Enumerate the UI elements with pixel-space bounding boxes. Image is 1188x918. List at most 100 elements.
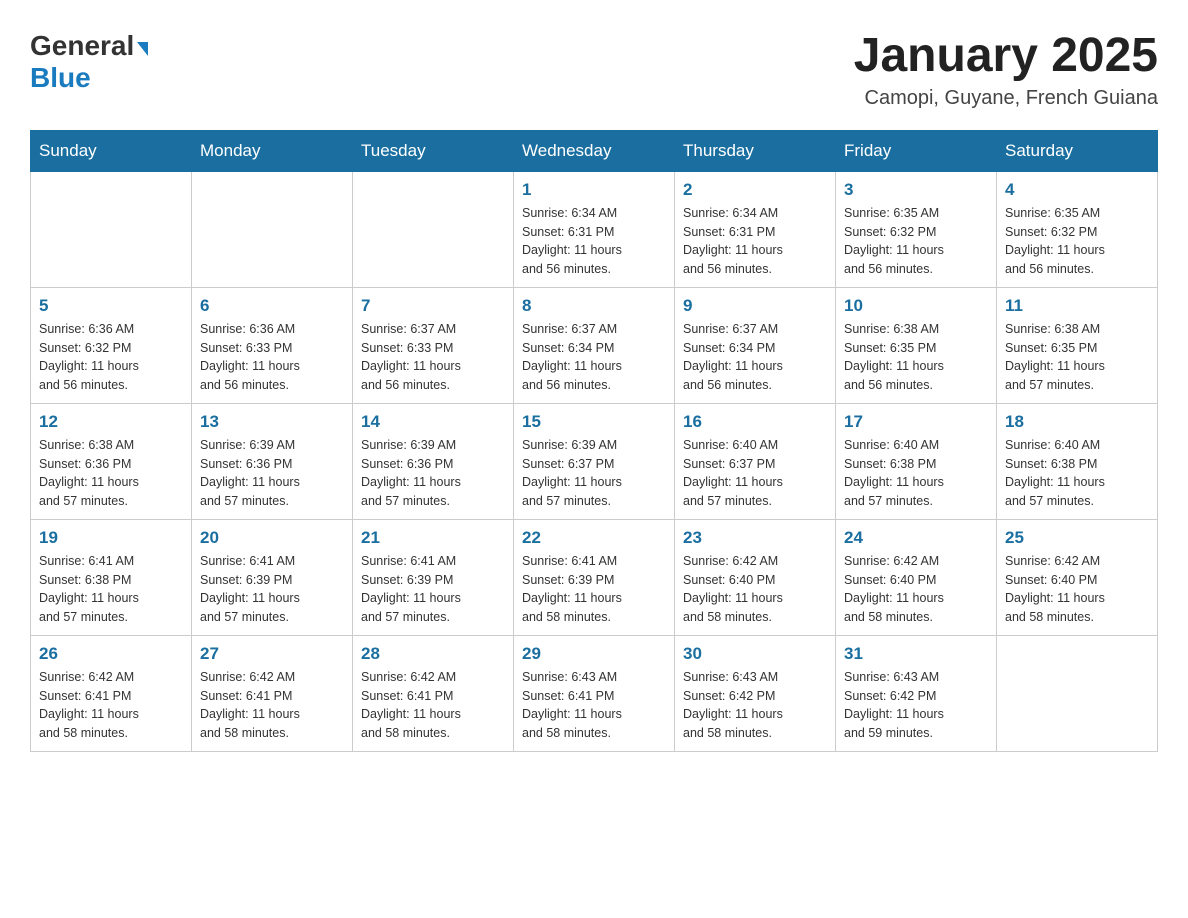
day-info: Sunrise: 6:42 AM Sunset: 6:40 PM Dayligh… xyxy=(844,552,988,627)
day-info: Sunrise: 6:42 AM Sunset: 6:40 PM Dayligh… xyxy=(1005,552,1149,627)
calendar-cell: 24 Sunrise: 6:42 AM Sunset: 6:40 PM Dayli… xyxy=(836,519,997,635)
day-number: 17 xyxy=(844,412,988,432)
day-info: Sunrise: 6:42 AM Sunset: 6:40 PM Dayligh… xyxy=(683,552,827,627)
calendar-cell: 11 Sunrise: 6:38 AM Sunset: 6:35 PM Dayli… xyxy=(997,287,1158,403)
calendar-cell: 5Sunrise: 6:36 AM Sunset: 6:32 PM Daylig… xyxy=(31,287,192,403)
day-info: Sunrise: 6:40 AM Sunset: 6:37 PM Dayligh… xyxy=(683,436,827,511)
column-header-saturday: Saturday xyxy=(997,130,1158,171)
calendar-cell: 18 Sunrise: 6:40 AM Sunset: 6:38 PM Dayli… xyxy=(997,403,1158,519)
calendar-row: 26 Sunrise: 6:42 AM Sunset: 6:41 PM Dayli… xyxy=(31,635,1158,751)
column-header-tuesday: Tuesday xyxy=(353,130,514,171)
day-number: 24 xyxy=(844,528,988,548)
day-info: Sunrise: 6:38 AM Sunset: 6:35 PM Dayligh… xyxy=(844,320,988,395)
calendar-title: January 2025 xyxy=(854,30,1158,83)
day-number: 20 xyxy=(200,528,344,548)
day-info: Sunrise: 6:38 AM Sunset: 6:35 PM Dayligh… xyxy=(1005,320,1149,395)
day-number: 28 xyxy=(361,644,505,664)
column-header-monday: Monday xyxy=(192,130,353,171)
column-header-thursday: Thursday xyxy=(675,130,836,171)
day-info: Sunrise: 6:39 AM Sunset: 6:36 PM Dayligh… xyxy=(361,436,505,511)
day-number: 19 xyxy=(39,528,183,548)
day-number: 23 xyxy=(683,528,827,548)
day-info: Sunrise: 6:37 AM Sunset: 6:33 PM Dayligh… xyxy=(361,320,505,395)
calendar-subtitle: Camopi, Guyane, French Guiana xyxy=(854,87,1158,110)
calendar-cell: 21Sunrise: 6:41 AM Sunset: 6:39 PM Dayli… xyxy=(353,519,514,635)
calendar-cell xyxy=(31,171,192,287)
logo-arrow-icon xyxy=(137,42,148,56)
day-number: 9 xyxy=(683,296,827,316)
calendar-cell: 19Sunrise: 6:41 AM Sunset: 6:38 PM Dayli… xyxy=(31,519,192,635)
calendar-cell: 26Sunrise: 6:42 AM Sunset: 6:41 PM Dayli… xyxy=(31,635,192,751)
column-header-friday: Friday xyxy=(836,130,997,171)
day-info: Sunrise: 6:43 AM Sunset: 6:42 PM Dayligh… xyxy=(844,668,988,743)
calendar-cell: 14Sunrise: 6:39 AM Sunset: 6:36 PM Dayli… xyxy=(353,403,514,519)
day-number: 31 xyxy=(844,644,988,664)
day-info: Sunrise: 6:40 AM Sunset: 6:38 PM Dayligh… xyxy=(1005,436,1149,511)
calendar-row: 19Sunrise: 6:41 AM Sunset: 6:38 PM Dayli… xyxy=(31,519,1158,635)
title-section: January 2025 Camopi, Guyane, French Guia… xyxy=(854,30,1158,110)
calendar-cell xyxy=(353,171,514,287)
calendar-cell: 10 Sunrise: 6:38 AM Sunset: 6:35 PM Dayli… xyxy=(836,287,997,403)
day-number: 13 xyxy=(200,412,344,432)
day-info: Sunrise: 6:35 AM Sunset: 6:32 PM Dayligh… xyxy=(1005,204,1149,279)
day-info: Sunrise: 6:37 AM Sunset: 6:34 PM Dayligh… xyxy=(522,320,666,395)
day-number: 1 xyxy=(522,180,666,200)
calendar-cell: 23 Sunrise: 6:42 AM Sunset: 6:40 PM Dayli… xyxy=(675,519,836,635)
day-info: Sunrise: 6:42 AM Sunset: 6:41 PM Dayligh… xyxy=(200,668,344,743)
calendar-cell xyxy=(192,171,353,287)
column-header-sunday: Sunday xyxy=(31,130,192,171)
calendar-cell: 27Sunrise: 6:42 AM Sunset: 6:41 PM Dayli… xyxy=(192,635,353,751)
day-info: Sunrise: 6:37 AM Sunset: 6:34 PM Dayligh… xyxy=(683,320,827,395)
calendar-header-row: SundayMondayTuesdayWednesdayThursdayFrid… xyxy=(31,130,1158,171)
day-info: Sunrise: 6:34 AM Sunset: 6:31 PM Dayligh… xyxy=(522,204,666,279)
calendar-cell: 7 Sunrise: 6:37 AM Sunset: 6:33 PM Daylig… xyxy=(353,287,514,403)
page-header: General Blue January 2025 Camopi, Guyane… xyxy=(30,30,1158,110)
logo-general: General xyxy=(30,30,134,62)
day-number: 26 xyxy=(39,644,183,664)
day-number: 8 xyxy=(522,296,666,316)
calendar-cell: 30 Sunrise: 6:43 AM Sunset: 6:42 PM Dayli… xyxy=(675,635,836,751)
day-number: 5 xyxy=(39,296,183,316)
day-number: 7 xyxy=(361,296,505,316)
logo: General Blue xyxy=(30,30,148,94)
calendar-cell: 9 Sunrise: 6:37 AM Sunset: 6:34 PM Daylig… xyxy=(675,287,836,403)
calendar-cell: 3 Sunrise: 6:35 AM Sunset: 6:32 PM Daylig… xyxy=(836,171,997,287)
calendar-cell xyxy=(997,635,1158,751)
day-number: 18 xyxy=(1005,412,1149,432)
calendar-cell: 8 Sunrise: 6:37 AM Sunset: 6:34 PM Daylig… xyxy=(514,287,675,403)
day-number: 25 xyxy=(1005,528,1149,548)
day-info: Sunrise: 6:34 AM Sunset: 6:31 PM Dayligh… xyxy=(683,204,827,279)
day-info: Sunrise: 6:35 AM Sunset: 6:32 PM Dayligh… xyxy=(844,204,988,279)
day-number: 29 xyxy=(522,644,666,664)
day-info: Sunrise: 6:43 AM Sunset: 6:42 PM Dayligh… xyxy=(683,668,827,743)
day-number: 6 xyxy=(200,296,344,316)
calendar-cell: 1 Sunrise: 6:34 AM Sunset: 6:31 PM Daylig… xyxy=(514,171,675,287)
calendar-cell: 4 Sunrise: 6:35 AM Sunset: 6:32 PM Daylig… xyxy=(997,171,1158,287)
calendar-cell: 28Sunrise: 6:42 AM Sunset: 6:41 PM Dayli… xyxy=(353,635,514,751)
calendar-cell: 16 Sunrise: 6:40 AM Sunset: 6:37 PM Dayli… xyxy=(675,403,836,519)
calendar-table: SundayMondayTuesdayWednesdayThursdayFrid… xyxy=(30,130,1158,752)
calendar-cell: 6 Sunrise: 6:36 AM Sunset: 6:33 PM Daylig… xyxy=(192,287,353,403)
day-number: 4 xyxy=(1005,180,1149,200)
day-number: 12 xyxy=(39,412,183,432)
calendar-cell: 29 Sunrise: 6:43 AM Sunset: 6:41 PM Dayli… xyxy=(514,635,675,751)
calendar-row: 5Sunrise: 6:36 AM Sunset: 6:32 PM Daylig… xyxy=(31,287,1158,403)
calendar-cell: 22Sunrise: 6:41 AM Sunset: 6:39 PM Dayli… xyxy=(514,519,675,635)
day-info: Sunrise: 6:36 AM Sunset: 6:33 PM Dayligh… xyxy=(200,320,344,395)
calendar-cell: 15Sunrise: 6:39 AM Sunset: 6:37 PM Dayli… xyxy=(514,403,675,519)
calendar-cell: 20Sunrise: 6:41 AM Sunset: 6:39 PM Dayli… xyxy=(192,519,353,635)
day-info: Sunrise: 6:40 AM Sunset: 6:38 PM Dayligh… xyxy=(844,436,988,511)
day-number: 16 xyxy=(683,412,827,432)
calendar-cell: 31 Sunrise: 6:43 AM Sunset: 6:42 PM Dayli… xyxy=(836,635,997,751)
day-info: Sunrise: 6:38 AM Sunset: 6:36 PM Dayligh… xyxy=(39,436,183,511)
day-number: 3 xyxy=(844,180,988,200)
calendar-cell: 13Sunrise: 6:39 AM Sunset: 6:36 PM Dayli… xyxy=(192,403,353,519)
calendar-cell: 25 Sunrise: 6:42 AM Sunset: 6:40 PM Dayli… xyxy=(997,519,1158,635)
day-number: 30 xyxy=(683,644,827,664)
day-number: 22 xyxy=(522,528,666,548)
day-info: Sunrise: 6:43 AM Sunset: 6:41 PM Dayligh… xyxy=(522,668,666,743)
calendar-cell: 17 Sunrise: 6:40 AM Sunset: 6:38 PM Dayli… xyxy=(836,403,997,519)
day-number: 10 xyxy=(844,296,988,316)
day-info: Sunrise: 6:39 AM Sunset: 6:37 PM Dayligh… xyxy=(522,436,666,511)
day-number: 11 xyxy=(1005,296,1149,316)
